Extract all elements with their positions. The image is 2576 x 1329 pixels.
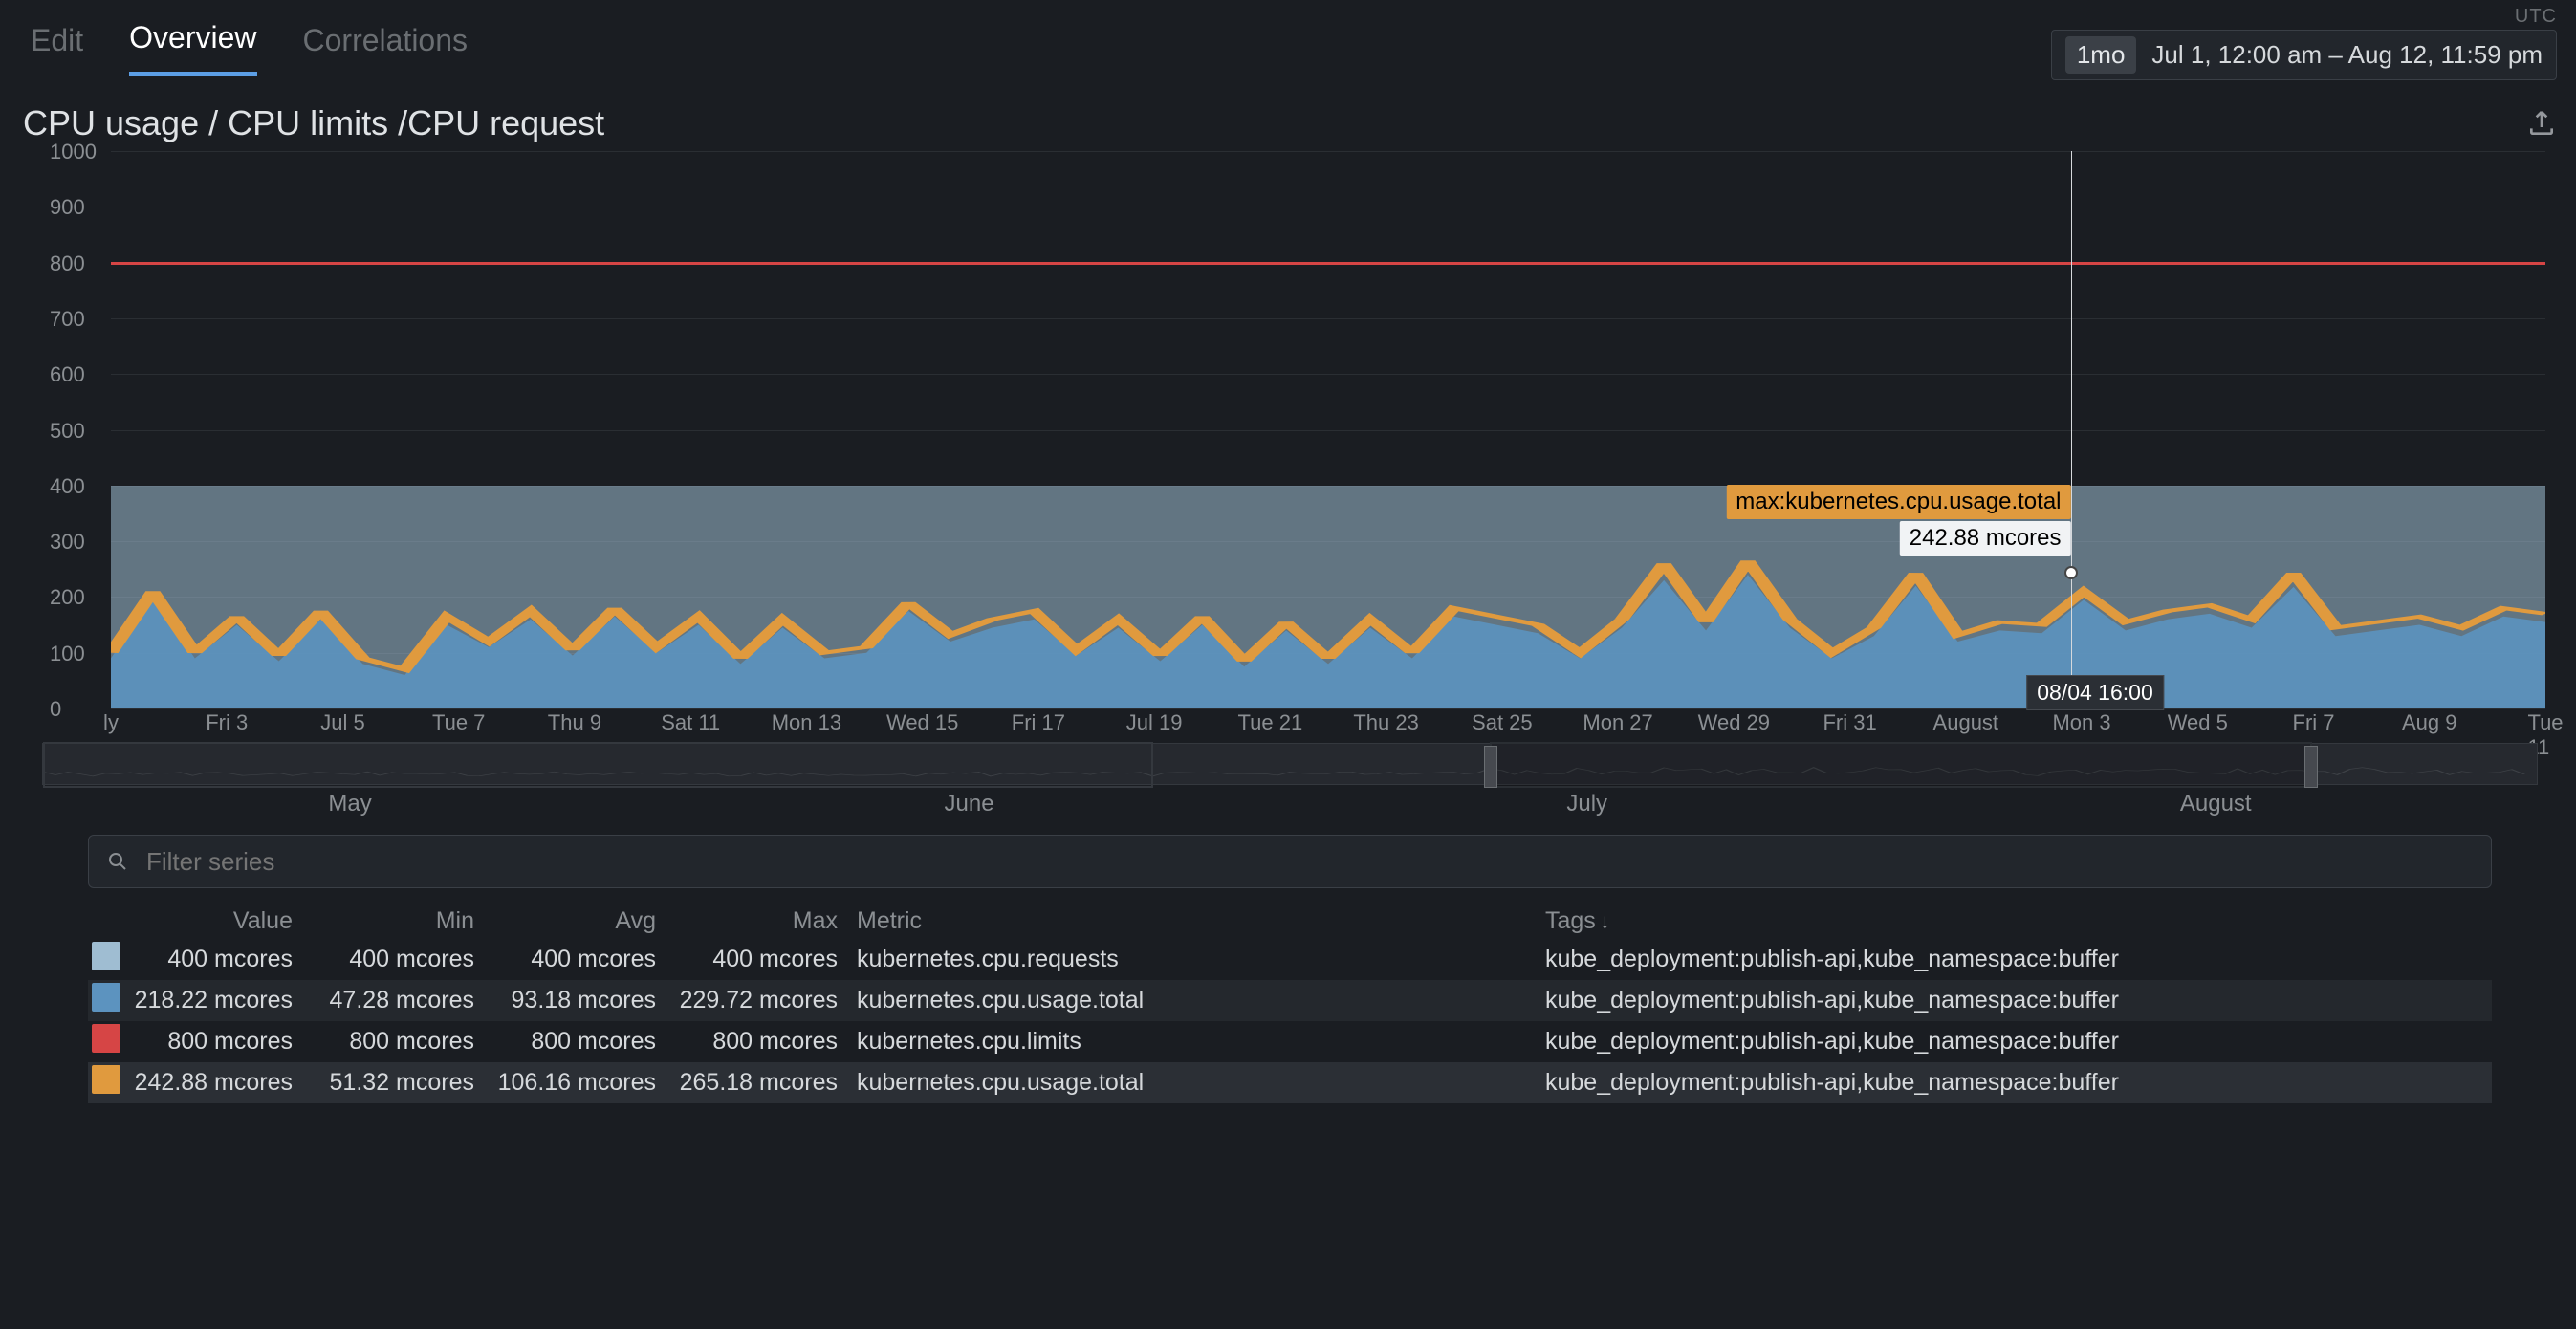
tooltip-value: 242.88 mcores: [1900, 521, 2071, 556]
table-row[interactable]: 400 mcores400 mcores400 mcores400 mcores…: [88, 939, 2492, 980]
tooltip-metric: max:kubernetes.cpu.usage.total: [1726, 485, 2070, 519]
chart-tooltip: max:kubernetes.cpu.usage.total 242.88 mc…: [1726, 485, 2070, 556]
chart-title: CPU usage / CPU limits /CPU request: [23, 103, 604, 143]
scrub-handle-left[interactable]: [1484, 746, 1497, 788]
crosshair: [2071, 151, 2072, 708]
timezone-label: UTC: [2515, 6, 2557, 28]
table-row[interactable]: 242.88 mcores51.32 mcores106.16 mcores26…: [88, 1062, 2492, 1103]
time-range-picker[interactable]: 1mo Jul 1, 12:00 am – Aug 12, 11:59 pm: [2051, 30, 2557, 80]
col-metric[interactable]: Metric: [857, 907, 1545, 935]
sort-arrow-icon: ↓: [1600, 909, 1610, 933]
export-icon[interactable]: [2526, 108, 2557, 139]
col-tags[interactable]: Tags↓: [1545, 907, 2492, 935]
tab-overview[interactable]: Overview: [129, 4, 256, 76]
legend-table-header: Value Min Avg Max Metric Tags↓: [88, 904, 2492, 939]
table-row[interactable]: 800 mcores800 mcores800 mcores800 mcores…: [88, 1021, 2492, 1062]
col-avg[interactable]: Avg: [493, 907, 675, 935]
search-icon: [106, 850, 129, 873]
time-range-text: Jul 1, 12:00 am – Aug 12, 11:59 pm: [2151, 40, 2543, 70]
filter-series-input[interactable]: [88, 835, 2492, 888]
main-tabs: Edit Overview Correlations: [31, 0, 468, 76]
tab-correlations[interactable]: Correlations: [303, 4, 469, 76]
series-swatch: [92, 1024, 120, 1053]
table-row[interactable]: 218.22 mcores47.28 mcores93.18 mcores229…: [88, 980, 2492, 1021]
scrub-handle-right[interactable]: [2304, 746, 2318, 788]
scrub-bar[interactable]: MayJuneJulyAugust: [23, 743, 2557, 808]
tab-edit[interactable]: Edit: [31, 4, 83, 76]
col-min[interactable]: Min: [312, 907, 493, 935]
time-window-pill[interactable]: 1mo: [2065, 36, 2137, 74]
col-value[interactable]: Value: [130, 907, 312, 935]
series-swatch: [92, 942, 120, 970]
chart-canvas[interactable]: 10009008007006005004003002001000 max:kub…: [23, 151, 2557, 739]
y-axis: 10009008007006005004003002001000: [50, 151, 111, 739]
series-swatch: [92, 1065, 120, 1094]
series-swatch: [92, 983, 120, 1012]
col-max[interactable]: Max: [675, 907, 857, 935]
crosshair-timestamp: 08/04 16:00: [2026, 675, 2164, 710]
x-axis: lyFri 3Jul 5Tue 7Thu 9Sat 11Mon 13Wed 15…: [111, 710, 2545, 739]
filter-series-field[interactable]: [144, 846, 2474, 878]
scrub-selection[interactable]: [1490, 742, 2313, 788]
